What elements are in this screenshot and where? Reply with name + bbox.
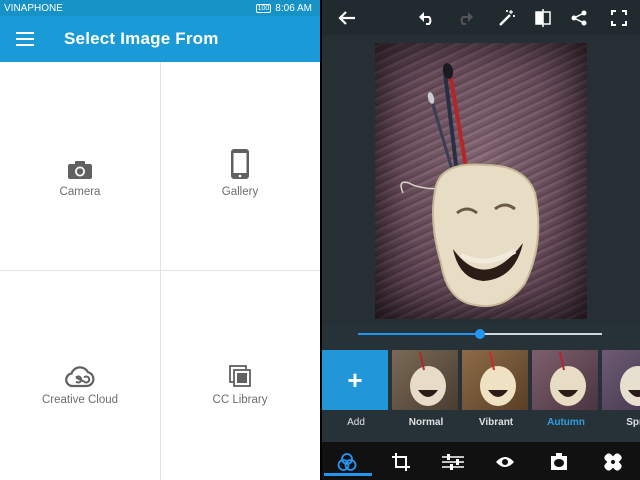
camera-icon [67, 150, 93, 180]
carrier-name: VINAPHONE [4, 2, 63, 14]
source-label: Creative Cloud [41, 394, 119, 406]
editor-toolbar [322, 0, 640, 35]
source-cc-library[interactable]: CC Library [160, 358, 320, 406]
slider-thumb[interactable] [475, 329, 485, 339]
eye-icon[interactable] [494, 452, 516, 472]
filter-autumn[interactable]: Autumn [532, 350, 600, 434]
source-label: Camera [59, 186, 101, 198]
intensity-slider[interactable] [358, 326, 602, 342]
filter-vibrant[interactable]: Vibrant [462, 350, 530, 434]
slider-fill [358, 333, 480, 335]
filter-thumbnail [602, 350, 640, 410]
healing-icon[interactable] [602, 452, 624, 472]
app-bar: Select Image From [0, 16, 320, 62]
filter-spring[interactable]: Spri [602, 350, 640, 434]
fullscreen-icon[interactable] [608, 7, 630, 29]
filter-thumbnail [532, 350, 598, 410]
photo-canvas [322, 35, 640, 325]
adjust-icon[interactable] [442, 452, 464, 472]
filter-normal[interactable]: Normal [392, 350, 460, 434]
compare-icon[interactable] [532, 7, 554, 29]
filter-label: Spri [626, 417, 640, 428]
source-label: CC Library [212, 394, 268, 406]
filter-label: Vibrant [478, 417, 514, 428]
grid-divider-vertical [160, 62, 161, 480]
filter-thumbnail [392, 350, 458, 410]
vignette-icon[interactable] [548, 452, 570, 472]
undo-icon[interactable] [416, 7, 438, 29]
library-icon [228, 358, 252, 388]
filter-label: Add [347, 417, 365, 428]
page-title: Select Image From [64, 29, 219, 48]
source-gallery[interactable]: Gallery [160, 142, 320, 198]
menu-icon[interactable] [16, 32, 34, 46]
filter-strip: + Add Normal Vibrant Autumn Spri [322, 350, 640, 434]
grid-divider-horizontal [0, 270, 320, 271]
back-arrow-icon[interactable] [336, 7, 358, 29]
source-label: Gallery [221, 186, 259, 198]
phone-icon [230, 142, 250, 180]
clock: 8:06 AM [275, 2, 312, 14]
crop-icon[interactable] [390, 452, 412, 472]
source-grid: Camera Gallery Creative Cloud CC Library [0, 62, 320, 480]
magic-wand-icon[interactable] [496, 7, 518, 29]
looks-icon[interactable] [336, 452, 358, 472]
source-camera[interactable]: Camera [0, 150, 160, 198]
filter-thumbnail [462, 350, 528, 410]
edited-photo[interactable] [375, 43, 587, 319]
mask-photo-illustration [400, 63, 540, 307]
add-look-button[interactable]: + Add [322, 350, 390, 434]
select-image-screen: VINAPHONE 100 8:06 AM Select Image From … [0, 0, 320, 480]
active-tool-indicator [324, 473, 372, 476]
source-creative-cloud[interactable]: Creative Cloud [0, 358, 160, 406]
plus-icon: + [347, 365, 363, 395]
filter-label: Autumn [547, 417, 585, 428]
filter-label: Normal [408, 417, 444, 428]
status-bar: VINAPHONE 100 8:06 AM [0, 0, 320, 16]
battery-icon: 100 [255, 3, 272, 13]
share-icon[interactable] [568, 7, 590, 29]
redo-icon[interactable] [454, 7, 476, 29]
creative-cloud-icon [64, 358, 96, 388]
photo-editor-screen: + Add Normal Vibrant Autumn Spri [322, 0, 640, 480]
